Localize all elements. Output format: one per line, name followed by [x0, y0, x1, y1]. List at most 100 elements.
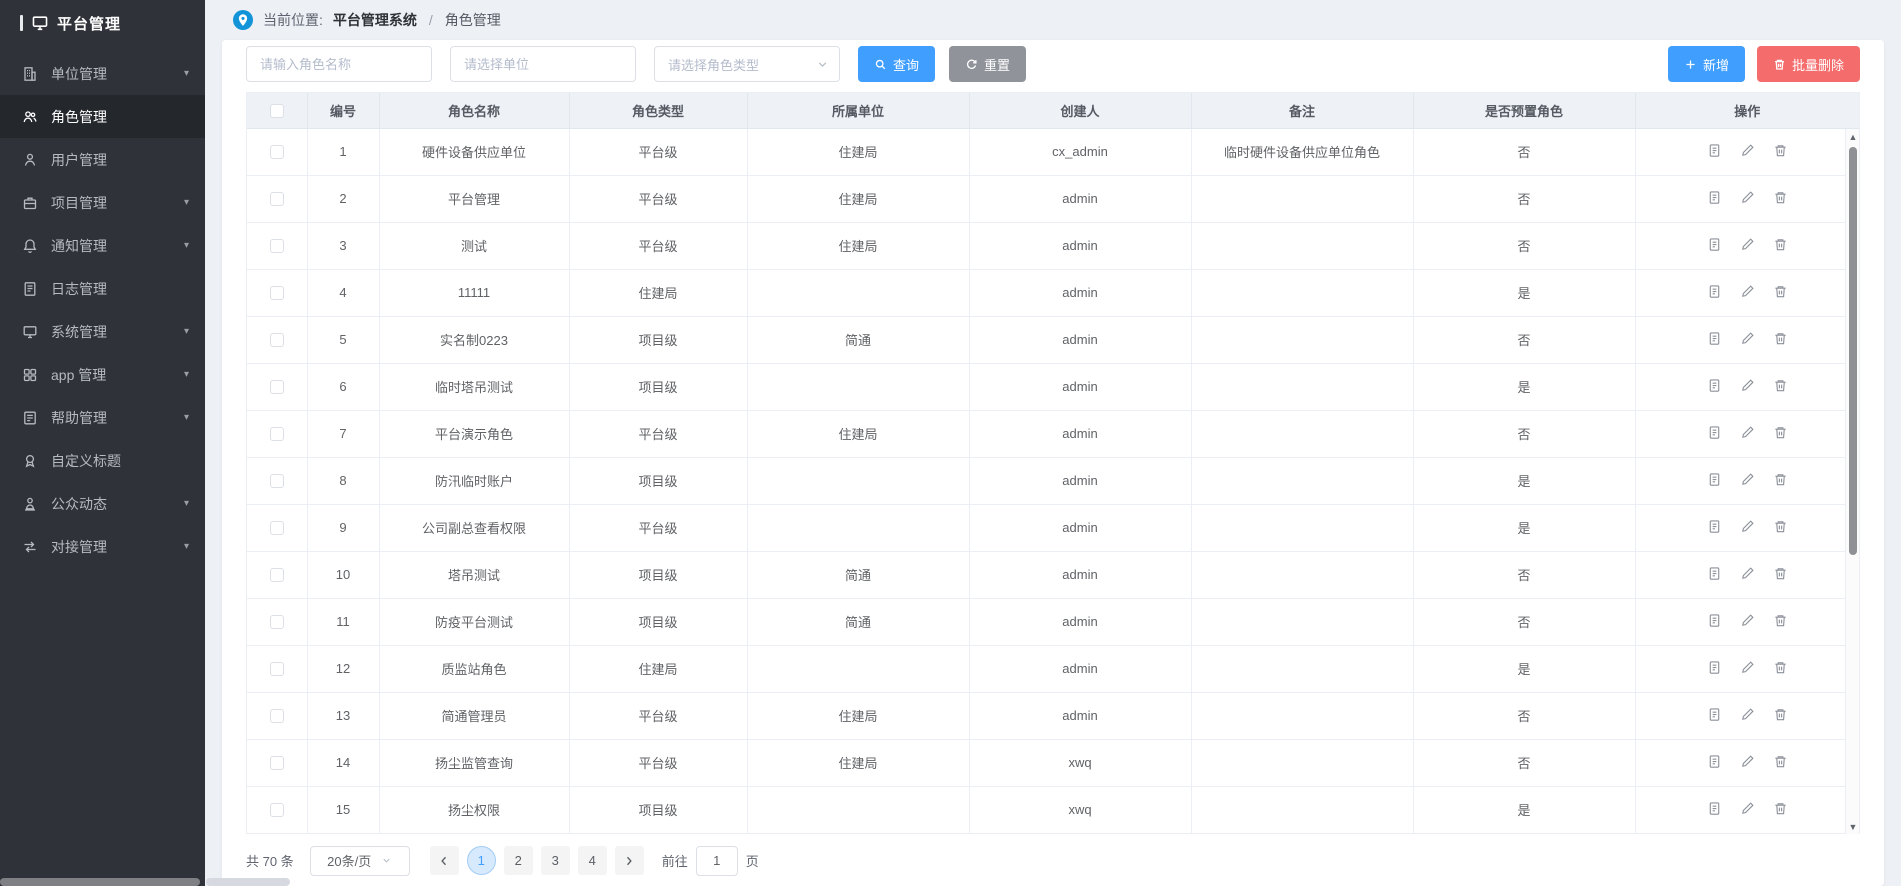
- delete-icon[interactable]: [1773, 613, 1788, 628]
- detail-icon[interactable]: [1707, 613, 1722, 628]
- row-checkbox[interactable]: [270, 803, 284, 817]
- edit-icon[interactable]: [1740, 331, 1755, 346]
- row-checkbox[interactable]: [270, 521, 284, 535]
- edit-icon[interactable]: [1740, 754, 1755, 769]
- delete-icon[interactable]: [1773, 754, 1788, 769]
- reset-button[interactable]: 重置: [949, 46, 1026, 82]
- page-button-4[interactable]: 4: [578, 846, 607, 875]
- sidebar-item-label: 日志管理: [51, 279, 107, 299]
- detail-icon[interactable]: [1707, 190, 1722, 205]
- logo-bar-icon: [20, 15, 23, 31]
- sidebar-item-7[interactable]: 系统管理▾: [0, 310, 205, 353]
- row-checkbox[interactable]: [270, 192, 284, 206]
- row-checkbox[interactable]: [270, 427, 284, 441]
- scroll-up-icon[interactable]: ▲: [1846, 132, 1860, 142]
- delete-icon[interactable]: [1773, 660, 1788, 675]
- delete-icon[interactable]: [1773, 566, 1788, 581]
- delete-icon[interactable]: [1773, 707, 1788, 722]
- breadcrumb-root[interactable]: 平台管理系统: [333, 10, 417, 30]
- edit-icon[interactable]: [1740, 613, 1755, 628]
- edit-icon[interactable]: [1740, 472, 1755, 487]
- row-checkbox[interactable]: [270, 239, 284, 253]
- scroll-down-icon[interactable]: ▼: [1846, 822, 1860, 832]
- row-checkbox[interactable]: [270, 615, 284, 629]
- delete-icon[interactable]: [1773, 284, 1788, 299]
- edit-icon[interactable]: [1740, 237, 1755, 252]
- row-checkbox[interactable]: [270, 145, 284, 159]
- row-checkbox[interactable]: [270, 474, 284, 488]
- row-checkbox[interactable]: [270, 380, 284, 394]
- search-button[interactable]: 查询: [858, 46, 935, 82]
- edit-icon[interactable]: [1740, 284, 1755, 299]
- role-name-input[interactable]: [246, 46, 432, 82]
- detail-icon[interactable]: [1707, 801, 1722, 816]
- cell-role-name: 防汛临时账户: [379, 457, 569, 504]
- table-scrollbar[interactable]: ▲ ▼: [1845, 129, 1859, 834]
- edit-icon[interactable]: [1740, 519, 1755, 534]
- sidebar-item-10[interactable]: 自定义标题: [0, 439, 205, 482]
- row-checkbox[interactable]: [270, 333, 284, 347]
- detail-icon[interactable]: [1707, 472, 1722, 487]
- edit-icon[interactable]: [1740, 566, 1755, 581]
- detail-icon[interactable]: [1707, 660, 1722, 675]
- horizontal-scrollbar-thumb[interactable]: [0, 878, 200, 886]
- detail-icon[interactable]: [1707, 707, 1722, 722]
- sidebar-item-1[interactable]: 单位管理▾: [0, 52, 205, 95]
- delete-icon[interactable]: [1773, 378, 1788, 393]
- detail-icon[interactable]: [1707, 378, 1722, 393]
- batch-delete-button[interactable]: 批量删除: [1757, 46, 1860, 82]
- sidebar-item-2[interactable]: 角色管理: [0, 95, 205, 138]
- detail-icon[interactable]: [1707, 237, 1722, 252]
- detail-icon[interactable]: [1707, 284, 1722, 299]
- add-button[interactable]: 新增: [1668, 46, 1745, 82]
- edit-icon[interactable]: [1740, 190, 1755, 205]
- page-button-2[interactable]: 2: [504, 846, 533, 875]
- detail-icon[interactable]: [1707, 425, 1722, 440]
- detail-icon[interactable]: [1707, 519, 1722, 534]
- prev-page-button[interactable]: [430, 846, 459, 875]
- select-all-checkbox[interactable]: [270, 104, 284, 118]
- sidebar-item-3[interactable]: 用户管理: [0, 138, 205, 181]
- edit-icon[interactable]: [1740, 660, 1755, 675]
- edit-icon[interactable]: [1740, 425, 1755, 440]
- page-size-select[interactable]: 20条/页: [310, 846, 410, 876]
- horizontal-scrollbar-thumb-secondary[interactable]: [206, 878, 290, 886]
- next-page-button[interactable]: [615, 846, 644, 875]
- delete-icon[interactable]: [1773, 425, 1788, 440]
- delete-icon[interactable]: [1773, 237, 1788, 252]
- delete-icon[interactable]: [1773, 331, 1788, 346]
- row-checkbox[interactable]: [270, 662, 284, 676]
- sidebar-item-12[interactable]: 对接管理▾: [0, 525, 205, 568]
- detail-icon[interactable]: [1707, 754, 1722, 769]
- detail-icon[interactable]: [1707, 143, 1722, 158]
- delete-icon[interactable]: [1773, 519, 1788, 534]
- unit-input[interactable]: [450, 46, 636, 82]
- row-checkbox[interactable]: [270, 756, 284, 770]
- row-checkbox[interactable]: [270, 709, 284, 723]
- detail-icon[interactable]: [1707, 566, 1722, 581]
- cell-actions: [1635, 692, 1859, 739]
- edit-icon[interactable]: [1740, 801, 1755, 816]
- edit-icon[interactable]: [1740, 378, 1755, 393]
- sidebar-item-5[interactable]: 通知管理▾: [0, 224, 205, 267]
- search-icon: [874, 58, 887, 71]
- delete-icon[interactable]: [1773, 143, 1788, 158]
- goto-page-input[interactable]: [696, 846, 738, 876]
- sidebar-item-9[interactable]: 帮助管理▾: [0, 396, 205, 439]
- sidebar-item-8[interactable]: app 管理▾: [0, 353, 205, 396]
- delete-icon[interactable]: [1773, 801, 1788, 816]
- edit-icon[interactable]: [1740, 707, 1755, 722]
- sidebar-item-6[interactable]: 日志管理: [0, 267, 205, 310]
- page-button-3[interactable]: 3: [541, 846, 570, 875]
- detail-icon[interactable]: [1707, 331, 1722, 346]
- edit-icon[interactable]: [1740, 143, 1755, 158]
- page-button-1[interactable]: 1: [467, 846, 496, 875]
- table-scrollbar-thumb[interactable]: [1849, 147, 1857, 555]
- row-checkbox[interactable]: [270, 286, 284, 300]
- role-type-select[interactable]: 请选择角色类型: [654, 46, 840, 82]
- sidebar-item-4[interactable]: 项目管理▾: [0, 181, 205, 224]
- delete-icon[interactable]: [1773, 190, 1788, 205]
- sidebar-item-11[interactable]: 公众动态▾: [0, 482, 205, 525]
- row-checkbox[interactable]: [270, 568, 284, 582]
- delete-icon[interactable]: [1773, 472, 1788, 487]
